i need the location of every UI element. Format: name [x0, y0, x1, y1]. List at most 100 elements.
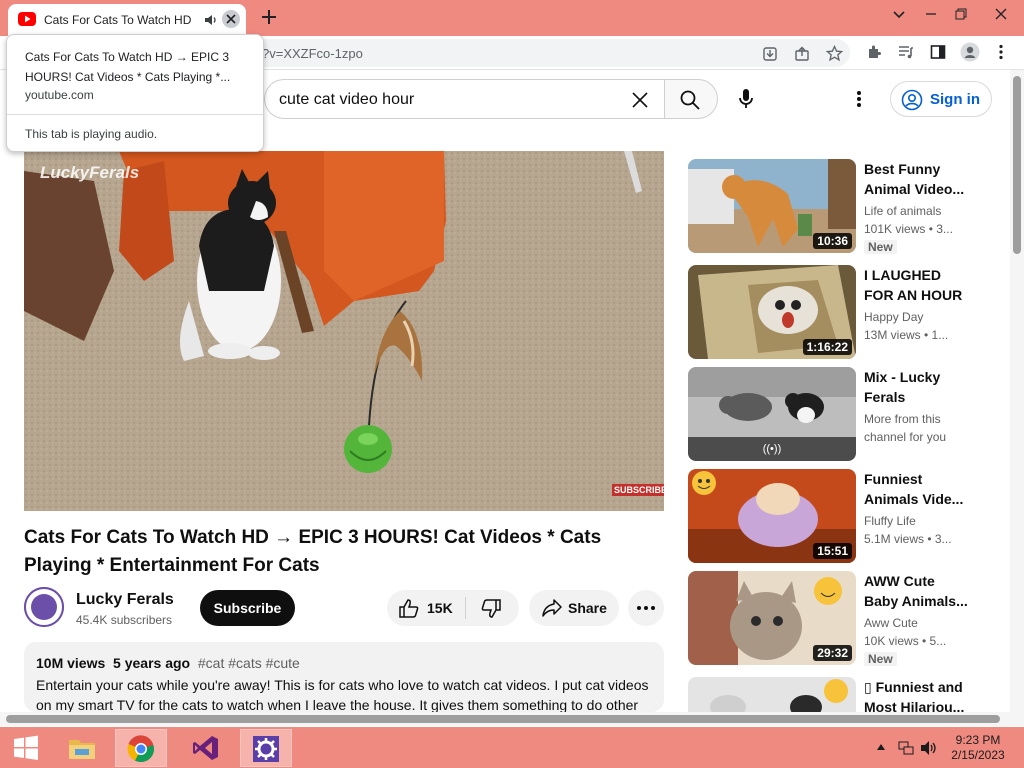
recommendation-title: I LAUGHED FOR AN HOUR😺... [864, 267, 963, 303]
tab-hover-card: Cats For Cats To Watch HD → EPIC 3 HOURS… [6, 34, 264, 152]
profile-avatar-icon[interactable] [960, 42, 980, 62]
recommendation-title: ▯ Funniest and Most Hilariou... [864, 679, 965, 712]
recommendation-views: 5.1M views • 3... [864, 532, 952, 546]
restore-icon[interactable] [950, 3, 972, 25]
settings-more-icon[interactable] [856, 90, 862, 108]
video-watermark: LuckyFerals [40, 163, 140, 182]
subscribe-button[interactable]: Subscribe [200, 590, 295, 626]
chrome-menu-icon[interactable] [998, 44, 1004, 60]
like-button[interactable]: 15K [387, 590, 465, 626]
mix-radio-icon: ((•)) [688, 437, 856, 461]
horizontal-scrollbar[interactable] [0, 712, 1010, 726]
media-queue-icon[interactable] [898, 44, 914, 60]
recommendation-thumbnail[interactable] [688, 677, 856, 712]
recommendation-thumbnail[interactable]: 15:51 [688, 469, 856, 563]
recommendation-item[interactable]: ((•)) Mix - Lucky Ferals More from this … [688, 367, 998, 463]
tab-close-icon[interactable] [222, 10, 240, 28]
browser-tab[interactable]: Cats For Cats To Watch HD → [8, 4, 246, 36]
search-button[interactable] [664, 79, 718, 119]
recommendation-channel: More from this [864, 412, 941, 426]
search-query: cute cat video hour [279, 91, 415, 108]
hover-card-divider [7, 114, 263, 115]
side-panel-icon[interactable] [930, 44, 946, 60]
recommendation-thumbnail[interactable]: ((•)) [688, 367, 856, 461]
more-horizontal-icon [637, 606, 655, 610]
address-url: ?v=XXZFco-1zpo [262, 46, 363, 61]
share-page-icon[interactable] [794, 46, 810, 62]
recommendation-channel: Fluffy Life [864, 514, 916, 528]
recommendation-thumbnail[interactable]: 1:16:22 [688, 265, 856, 359]
recommendation-views: 101K views • 3... [864, 222, 953, 236]
channel-name[interactable]: Lucky Ferals [76, 591, 174, 609]
recommendation-item[interactable]: 15:51 Funniest Animals Vide... Fluffy Li… [688, 469, 998, 565]
chrome-icon[interactable] [115, 729, 167, 767]
new-tab-plus-icon[interactable] [259, 7, 279, 27]
recommendation-views: channel for you [864, 430, 947, 444]
browser-titlebar: Cats For Cats To Watch HD → [0, 0, 1024, 36]
recommendation-thumbnail[interactable]: 10:36 [688, 159, 856, 253]
install-app-icon[interactable] [762, 46, 778, 62]
video-description[interactable]: 10M views 5 years ago #cat #cats #cute E… [24, 642, 664, 712]
share-arrow-icon [542, 599, 562, 617]
clock-time: 9:23 PM [955, 733, 1001, 747]
voice-search-mic-icon[interactable] [736, 88, 756, 110]
sign-in-button[interactable]: Sign in [890, 81, 992, 117]
like-count: 15K [427, 600, 453, 616]
horizontal-scroll-thumb[interactable] [6, 715, 1000, 723]
extensions-puzzle-icon[interactable] [866, 44, 882, 60]
speaker-icon[interactable] [204, 13, 218, 27]
tab-search-chevron-icon[interactable] [888, 3, 910, 25]
recommendation-channel: Life of animals [864, 204, 942, 218]
windows-logo-icon [14, 735, 38, 760]
bookmark-star-icon[interactable] [826, 45, 843, 62]
clear-search-icon[interactable] [631, 91, 649, 109]
subscribe-watermark[interactable]: SUBSCRIBE [612, 484, 664, 496]
hover-card-domain: youtube.com [25, 88, 94, 102]
sign-in-label: Sign in [930, 91, 980, 108]
video-duration: 10:36 [813, 233, 852, 249]
vertical-scroll-thumb[interactable] [1013, 76, 1021, 254]
new-badge: New [864, 652, 897, 666]
show-hidden-icons-chevron-icon[interactable] [876, 743, 886, 751]
clock-date: 2/15/2023 [951, 748, 1005, 762]
recommendation-thumbnail[interactable]: 29:32 [688, 571, 856, 665]
volume-speaker-icon[interactable] [920, 740, 938, 756]
settings-gear-icon[interactable] [240, 729, 292, 767]
channel-avatar[interactable] [24, 587, 64, 627]
more-actions-button[interactable] [628, 590, 664, 626]
network-icon[interactable] [898, 740, 914, 756]
video-player[interactable]: LuckyFerals SUBSCRIBE [24, 151, 664, 511]
taskbar-clock[interactable]: 9:23 PM 2/15/2023 [944, 733, 1012, 763]
vertical-scrollbar[interactable] [1010, 70, 1024, 726]
recommendation-channel: Happy Day [864, 310, 924, 324]
minimize-icon[interactable] [920, 3, 942, 25]
hover-card-audio-status: This tab is playing audio. [25, 127, 158, 141]
share-label: Share [568, 600, 607, 616]
close-window-icon[interactable] [990, 3, 1012, 25]
new-badge: New [864, 240, 897, 254]
subscriber-count: 45.4K subscribers [76, 613, 173, 627]
visual-studio-icon[interactable] [180, 729, 232, 767]
share-button[interactable]: Share [529, 590, 619, 626]
dislike-button[interactable] [466, 590, 519, 626]
recommendation-item[interactable]: 29:32 AWW Cute Baby Animals... Aww Cute … [688, 571, 998, 667]
hover-card-title: Cats For Cats To Watch HD → EPIC 3 HOURS… [25, 50, 231, 84]
video-duration: 15:51 [813, 543, 852, 559]
description-text: Entertain your cats while you're away! T… [36, 677, 649, 712]
hashtags[interactable]: #cat #cats #cute [198, 655, 300, 671]
account-circle-icon [901, 89, 923, 111]
search-input[interactable]: cute cat video hour [264, 79, 664, 119]
recommendation-views: 13M views • 1... [864, 328, 949, 342]
search-icon [680, 90, 700, 110]
address-bar[interactable]: ?v=XXZFco-1zpo [250, 39, 850, 67]
video-title: Cats For Cats To Watch HD → EPIC 3 HOURS… [24, 527, 602, 576]
view-count: 10M views [36, 655, 106, 671]
start-button[interactable] [0, 729, 52, 767]
recommendation-channel: Aww Cute [864, 616, 918, 630]
recommendation-title: AWW Cute Baby Animals... [864, 573, 968, 609]
recommendation-item[interactable]: ▯ Funniest and Most Hilariou... [688, 677, 998, 712]
recommendation-item[interactable]: 10:36 Best Funny Animal Video... Life of… [688, 159, 998, 255]
file-explorer-icon[interactable] [56, 729, 108, 767]
recommendation-title: Best Funny Animal Video... [864, 161, 965, 197]
recommendation-item[interactable]: 1:16:22 I LAUGHED FOR AN HOUR😺... Happy … [688, 265, 998, 361]
